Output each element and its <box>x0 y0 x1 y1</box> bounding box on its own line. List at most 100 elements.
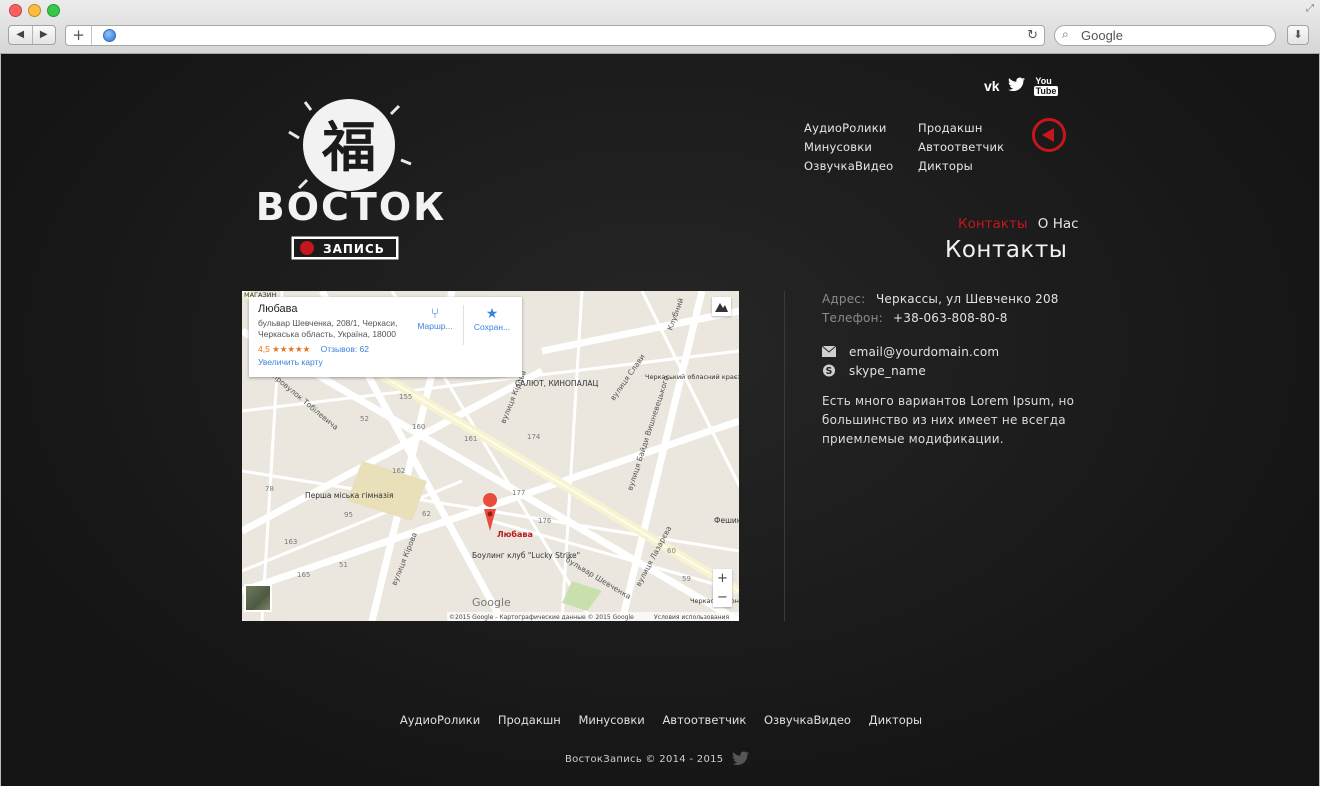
route-label: Маршр... <box>417 321 453 331</box>
email-link[interactable]: email@yourdomain.com <box>849 345 999 359</box>
svg-text:S: S <box>826 366 833 377</box>
copyright: ВостокЗапись © 2014 - 2015 <box>565 754 724 765</box>
social-links: vk You Tube <box>984 76 1059 96</box>
svg-text:60: 60 <box>667 547 676 555</box>
star-icon: ★ <box>485 305 499 321</box>
footer-nav: АудиоРолики Продакшн Минусовки Автоответ… <box>1 713 1320 727</box>
youtube-icon[interactable]: You Tube <box>1033 76 1059 96</box>
column-divider <box>784 291 785 621</box>
place-address: бульвар Шевченка, 208/1, Черкаси, Черкас… <box>258 318 398 339</box>
history-buttons: ◀ ▶ <box>8 25 56 45</box>
page-content: 福 ВОСТОК ЗАПИСЬ vk You Tube АудиоРолики П… <box>0 54 1320 786</box>
save-place-button[interactable]: ★ Сохран... <box>469 305 515 332</box>
footer-link[interactable]: ОзвучкаВидео <box>764 713 851 727</box>
map-attribution: ©2015 Google - Картографические данные ©… <box>449 614 634 621</box>
svg-text:177: 177 <box>512 489 525 497</box>
downloads-button[interactable]: ⬇ <box>1287 25 1309 45</box>
svg-text:51: 51 <box>339 561 348 569</box>
logo-sub: ЗАПИСЬ <box>323 242 385 256</box>
route-icon: ⑂ <box>430 305 440 321</box>
svg-text:162: 162 <box>392 467 405 475</box>
zoom-control: + − <box>713 569 732 607</box>
map-poi-label: САЛЮТ, КИНОПАЛАЦ <box>515 379 598 388</box>
logo-wordmark: ВОСТОК <box>256 185 446 229</box>
address-bar[interactable]: + ↻ <box>65 25 1045 46</box>
vk-icon[interactable]: vk <box>984 78 1000 94</box>
svg-text:78: 78 <box>265 485 274 493</box>
search-placeholder: Google <box>1081 28 1123 43</box>
nav-item-speakers[interactable]: Дикторы <box>918 159 1018 173</box>
footer-link[interactable]: Продакшн <box>498 713 561 727</box>
google-map[interactable]: 155 161 160 177 162 163 165 174 176 59 60 62 95 5… <box>242 291 739 621</box>
map-terms-link: Условия использования <box>654 614 729 621</box>
place-reviews-link[interactable]: Отзывов: 62 <box>321 344 369 354</box>
footer-link[interactable]: Дикторы <box>869 713 923 727</box>
svg-text:95: 95 <box>344 511 353 519</box>
svg-text:155: 155 <box>399 393 412 401</box>
address-label: Адрес: <box>822 292 866 306</box>
breadcrumb: Контакты О Нас <box>958 216 1079 232</box>
footer-link[interactable]: Минусовки <box>579 713 645 727</box>
map-poi-label: Боулинг клуб "Lucky Strike" <box>472 551 580 560</box>
browser-chrome: ⤢ ◀ ▶ + ↻ ⌕ Google ⬇ <box>0 0 1320 54</box>
satellite-toggle[interactable] <box>244 584 272 612</box>
place-card: Любава бульвар Шевченка, 208/1, Черкаси,… <box>249 297 522 377</box>
svg-text:163: 163 <box>284 538 297 546</box>
globe-icon <box>103 29 116 42</box>
skype-link[interactable]: skype_name <box>849 364 926 378</box>
mail-icon <box>822 346 836 357</box>
nav-item-minus[interactable]: Минусовки <box>804 140 918 154</box>
svg-text:福: 福 <box>321 116 376 179</box>
close-window-button[interactable] <box>9 4 22 17</box>
forward-button[interactable]: ▶ <box>33 26 56 44</box>
nav-item-video[interactable]: ОзвучкаВидео <box>804 159 918 173</box>
nav-item-production[interactable]: Продакшн <box>918 121 1018 135</box>
fullscreen-icon[interactable]: ⤢ <box>1306 3 1314 14</box>
fullscreen-map-icon[interactable] <box>712 297 731 316</box>
svg-text:52: 52 <box>360 415 369 423</box>
address-value: Черкассы, ул Шевченко 208 <box>876 292 1059 306</box>
route-button[interactable]: ⑂ Маршр... <box>412 305 458 331</box>
page-title: Контакты <box>945 237 1068 263</box>
svg-text:176: 176 <box>538 517 552 525</box>
google-watermark: Google <box>472 596 511 609</box>
breadcrumb-about[interactable]: О Нас <box>1038 216 1079 232</box>
reload-button[interactable]: ↻ <box>1027 26 1038 45</box>
back-button[interactable]: ◀ <box>9 26 33 44</box>
svg-text:174: 174 <box>527 433 541 441</box>
minimize-window-button[interactable] <box>28 4 41 17</box>
footer-link[interactable]: Автоответчик <box>662 713 746 727</box>
skype-icon: S <box>822 364 836 377</box>
phone-value: +38-063-808-80-8 <box>893 311 1008 325</box>
zoom-out-button[interactable]: − <box>713 588 732 607</box>
map-poi-label: Фешин <box>714 516 739 525</box>
svg-text:165: 165 <box>297 571 310 579</box>
nav-item-audio[interactable]: АудиоРолики <box>804 121 918 135</box>
nav-item-autoanswer[interactable]: Автоответчик <box>918 140 1018 154</box>
new-tab-button[interactable]: + <box>66 26 92 45</box>
svg-text:160: 160 <box>412 423 425 431</box>
breadcrumb-contacts[interactable]: Контакты <box>958 216 1027 232</box>
svg-text:59: 59 <box>682 575 691 583</box>
map-poi-label: Перша міська гімназія <box>305 491 393 500</box>
site-logo[interactable]: 福 ВОСТОК ЗАПИСЬ <box>241 90 461 266</box>
search-icon: ⌕ <box>1062 27 1069 41</box>
back-arrow-button[interactable] <box>1032 118 1066 152</box>
map-pin-label: Любава <box>497 529 533 539</box>
place-rating: 4,5 ★★★★★ <box>258 344 311 354</box>
save-label: Сохран... <box>473 322 511 332</box>
bird-icon <box>732 750 750 770</box>
map-poi-label: Черкаський обласний краєзнавчий музей <box>645 373 739 381</box>
phone-label: Телефон: <box>822 311 883 325</box>
zoom-in-button[interactable]: + <box>713 569 732 588</box>
zoom-window-button[interactable] <box>47 4 60 17</box>
main-nav: АудиоРолики Продакшн Минусовки Автоответ… <box>804 121 1018 173</box>
svg-text:62: 62 <box>422 510 431 518</box>
enlarge-map-link[interactable]: Увеличить карту <box>258 357 513 367</box>
contact-info: Адрес: Черкассы, ул Шевченко 208 Телефон… <box>822 292 1082 449</box>
contact-description: Есть много вариантов Lorem Ipsum, но бол… <box>822 394 1075 446</box>
twitter-icon[interactable] <box>1007 77 1026 96</box>
footer-link[interactable]: АудиоРолики <box>400 713 480 727</box>
search-field[interactable]: ⌕ Google <box>1054 25 1276 46</box>
svg-text:161: 161 <box>464 435 477 443</box>
